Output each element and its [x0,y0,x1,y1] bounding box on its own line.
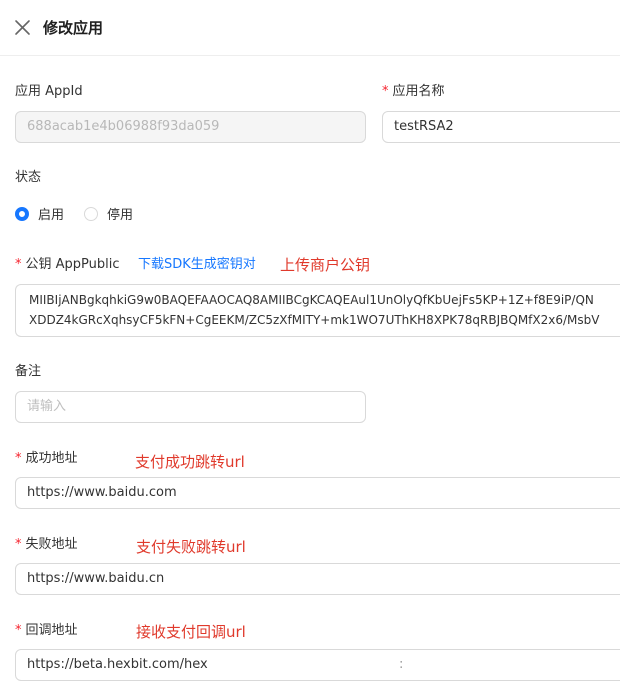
callback-url-label: * 回调地址 [15,622,78,640]
callback-url-label-text: 回调地址 [25,623,78,638]
page-title: 修改应用 [43,19,104,37]
required-mark: * [15,623,22,638]
appid-label: 应用 AppId [15,84,83,99]
fail-url-field[interactable]: https://www.baidu.cn [15,563,620,595]
public-key-label-text: 公钥 AppPublic [25,257,120,272]
radio-unchecked-icon [84,206,98,221]
appid-field: 688acab1e4b06988f93da059 [15,111,366,143]
fail-url-label-text: 失败地址 [25,537,78,552]
app-name-field[interactable]: testRSA2 [382,111,620,143]
drawer-header: 修改应用 [0,0,620,56]
required-mark: * [382,84,389,99]
public-key-label: * 公钥 AppPublic [15,256,120,274]
callback-url-trailing: : [399,657,404,672]
radio-enabled[interactable]: 启用 [15,204,64,223]
required-mark: * [15,257,22,272]
remark-input[interactable]: 请输入 [15,391,366,423]
radio-disabled[interactable]: 停用 [84,204,133,223]
callback-url-value: https://beta.hexbit.com/hex [27,657,208,672]
callback-url-field[interactable]: https://beta.hexbit.com/hex : [15,649,620,681]
app-name-label: * 应用名称 [382,83,445,101]
success-url-annotation: 支付成功跳转url [135,453,245,471]
close-icon [15,20,30,35]
fail-url-annotation: 支付失败跳转url [136,538,246,556]
download-sdk-link[interactable]: 下载SDK生成密钥对 [138,256,256,274]
app-name-label-text: 应用名称 [392,84,445,99]
close-button[interactable] [13,18,33,38]
public-key-line: MIIBIjANBgkqhkiG9w0BAQEFAAOCAQ8AMIIBCgKC… [29,293,594,307]
status-label: 状态 [15,170,42,185]
public-key-textarea[interactable]: MIIBIjANBgkqhkiG9w0BAQEFAAOCAQ8AMIIBCgKC… [15,284,620,337]
public-key-annotation: 上传商户公钥 [280,256,371,274]
public-key-line: XDDZ4kGRcXqhsyCF5kFN+CgEEKM/ZC5zXfMITY+m… [29,313,600,327]
radio-disabled-label: 停用 [107,208,134,223]
required-mark: * [15,537,22,552]
success-url-field[interactable]: https://www.baidu.com [15,477,620,509]
success-url-label-text: 成功地址 [25,451,78,466]
radio-checked-icon [15,206,29,221]
radio-enabled-label: 启用 [38,208,65,223]
callback-url-annotation: 接收支付回调url [136,623,246,641]
success-url-label: * 成功地址 [15,450,78,468]
fail-url-label: * 失败地址 [15,536,78,554]
required-mark: * [15,451,22,466]
remark-label: 备注 [15,364,42,379]
